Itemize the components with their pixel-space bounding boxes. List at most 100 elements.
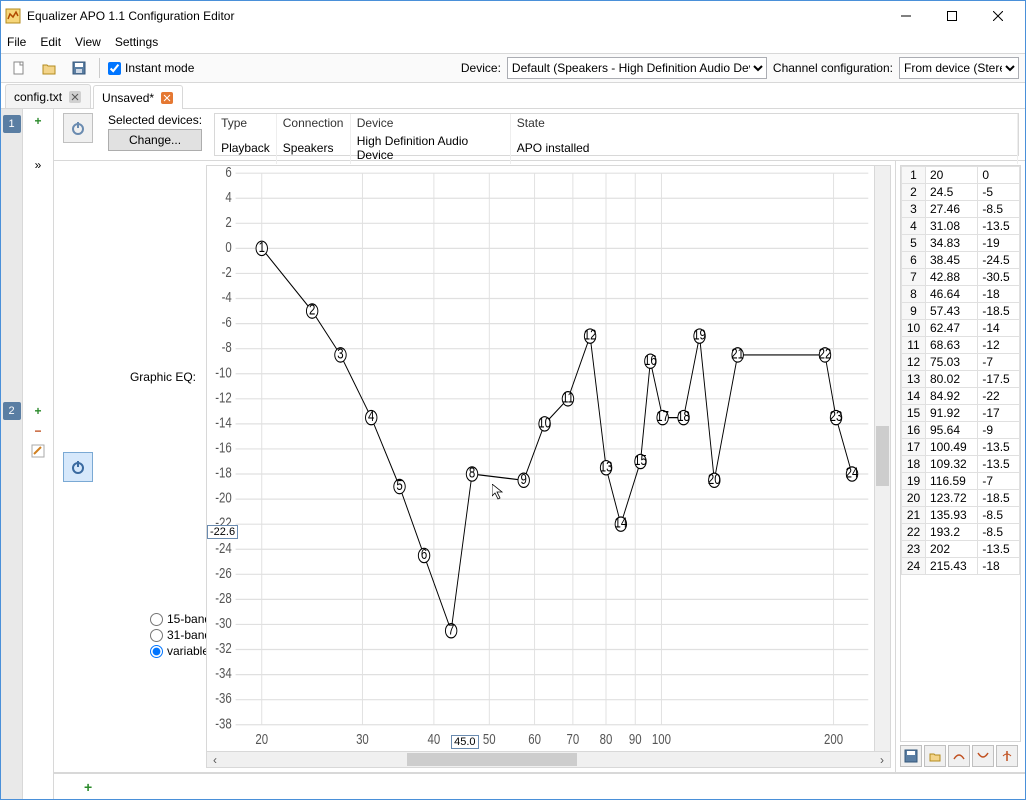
- svg-text:-26: -26: [215, 565, 232, 582]
- table-row[interactable]: 534.83-19: [902, 235, 1020, 252]
- change-button[interactable]: Change...: [108, 129, 202, 151]
- invert-icon[interactable]: [972, 745, 994, 767]
- table-row[interactable]: 224.5-5: [902, 184, 1020, 201]
- svg-text:6: 6: [421, 546, 427, 563]
- svg-text:4: 4: [368, 408, 374, 425]
- table-row[interactable]: 24215.43-18: [902, 558, 1020, 575]
- svg-text:-12: -12: [215, 389, 232, 406]
- table-row[interactable]: 1591.92-17: [902, 405, 1020, 422]
- svg-text:-18: -18: [215, 464, 232, 481]
- band-variable-radio[interactable]: variable: [150, 644, 211, 658]
- svg-text:-8: -8: [222, 339, 232, 356]
- table-row[interactable]: 1484.92-22: [902, 388, 1020, 405]
- power-button[interactable]: [63, 452, 93, 482]
- menu-view[interactable]: View: [75, 35, 101, 49]
- menu-settings[interactable]: Settings: [115, 35, 158, 49]
- svg-text:20: 20: [255, 731, 268, 748]
- device-select[interactable]: Default (Speakers - High Definition Audi…: [507, 57, 767, 79]
- svg-text:6: 6: [225, 166, 231, 180]
- svg-text:20: 20: [708, 471, 721, 488]
- svg-text:-10: -10: [215, 364, 232, 381]
- svg-text:2: 2: [309, 301, 315, 318]
- tab-config[interactable]: config.txt: [5, 84, 91, 108]
- svg-text:100: 100: [652, 731, 671, 748]
- svg-text:80: 80: [600, 731, 613, 748]
- band-31-radio[interactable]: 31-band: [150, 628, 211, 642]
- table-row[interactable]: 957.43-18.5: [902, 303, 1020, 320]
- svg-text:18: 18: [677, 408, 690, 425]
- import-icon[interactable]: [924, 745, 946, 767]
- svg-text:-34: -34: [215, 665, 232, 682]
- menubar: File Edit View Settings: [1, 31, 1025, 53]
- table-row[interactable]: 1695.64-9: [902, 422, 1020, 439]
- table-row[interactable]: 1200: [902, 167, 1020, 184]
- add-icon[interactable]: +: [29, 112, 47, 130]
- add-block-button[interactable]: +: [84, 779, 92, 795]
- band-15-radio[interactable]: 15-band: [150, 612, 211, 626]
- remove-icon[interactable]: −: [29, 422, 47, 440]
- data-table[interactable]: 1200224.5-5327.46-8.5431.08-13.5534.83-1…: [900, 165, 1021, 742]
- maximize-button[interactable]: [929, 1, 975, 31]
- close-button[interactable]: [975, 1, 1021, 31]
- svg-text:10: 10: [538, 414, 551, 431]
- svg-text:12: 12: [584, 326, 597, 343]
- svg-text:9: 9: [521, 471, 527, 488]
- table-row[interactable]: Playback Speakers High Definition Audio …: [215, 132, 1017, 164]
- svg-text:1: 1: [259, 239, 265, 256]
- menu-file[interactable]: File: [7, 35, 26, 49]
- table-row[interactable]: 17100.49-13.5: [902, 439, 1020, 456]
- table-row[interactable]: 20123.72-18.5: [902, 490, 1020, 507]
- row-number: 1: [3, 115, 21, 133]
- row-gutter: 1 2: [1, 109, 23, 799]
- table-row[interactable]: 21135.93-8.5: [902, 507, 1020, 524]
- add-icon[interactable]: +: [29, 402, 47, 420]
- table-row[interactable]: 22193.2-8.5: [902, 524, 1020, 541]
- power-button[interactable]: [63, 113, 93, 143]
- svg-text:-20: -20: [215, 489, 232, 506]
- table-row[interactable]: 1062.47-14: [902, 320, 1020, 337]
- table-row[interactable]: 742.88-30.5: [902, 269, 1020, 286]
- row-number: 2: [3, 402, 21, 420]
- svg-text:13: 13: [600, 458, 613, 475]
- scroll-right-icon: ›: [874, 752, 890, 767]
- close-icon[interactable]: [160, 91, 174, 105]
- toolbar: Instant mode Device: Default (Speakers -…: [1, 53, 1025, 83]
- svg-text:14: 14: [614, 514, 627, 531]
- table-row[interactable]: 1168.63-12: [902, 337, 1020, 354]
- footer: +: [54, 773, 1025, 799]
- table-row[interactable]: 23202-13.5: [902, 541, 1020, 558]
- table-row[interactable]: 1275.03-7: [902, 354, 1020, 371]
- normalize-icon[interactable]: [996, 745, 1018, 767]
- table-row[interactable]: 1380.02-17.5: [902, 371, 1020, 388]
- app-icon: [5, 8, 21, 24]
- svg-text:60: 60: [528, 731, 541, 748]
- band-options: 15-band 31-band variable: [150, 612, 211, 658]
- instant-mode-checkbox[interactable]: Instant mode: [108, 61, 194, 75]
- tab-unsaved[interactable]: Unsaved*: [93, 85, 183, 109]
- menu-edit[interactable]: Edit: [40, 35, 61, 49]
- table-row[interactable]: 846.64-18: [902, 286, 1020, 303]
- table-row[interactable]: 431.08-13.5: [902, 218, 1020, 235]
- table-row[interactable]: 18109.32-13.5: [902, 456, 1020, 473]
- chanconf-select[interactable]: From device (Stereo): [899, 57, 1019, 79]
- close-icon[interactable]: [68, 90, 82, 104]
- svg-text:200: 200: [824, 731, 843, 748]
- svg-text:24: 24: [846, 464, 859, 481]
- minimize-button[interactable]: [883, 1, 929, 31]
- horizontal-scrollbar[interactable]: ‹ ›: [206, 752, 891, 768]
- edit-icon[interactable]: [29, 442, 47, 460]
- svg-text:0: 0: [225, 239, 231, 256]
- open-file-button[interactable]: [37, 56, 61, 80]
- reset-icon[interactable]: [948, 745, 970, 767]
- vertical-scrollbar[interactable]: [875, 165, 891, 752]
- save-file-button[interactable]: [67, 56, 91, 80]
- table-row[interactable]: 19116.59-7: [902, 473, 1020, 490]
- table-row[interactable]: 638.45-24.5: [902, 252, 1020, 269]
- chevron-down-icon[interactable]: »: [29, 156, 47, 174]
- save-icon[interactable]: [900, 745, 922, 767]
- eq-chart[interactable]: 6420-2-4-6-8-10-12-14-16-18-20-22-24-26-…: [206, 165, 875, 752]
- table-row[interactable]: 327.46-8.5: [902, 201, 1020, 218]
- svg-text:15: 15: [634, 452, 647, 469]
- svg-text:-28: -28: [215, 590, 232, 607]
- new-file-button[interactable]: [7, 56, 31, 80]
